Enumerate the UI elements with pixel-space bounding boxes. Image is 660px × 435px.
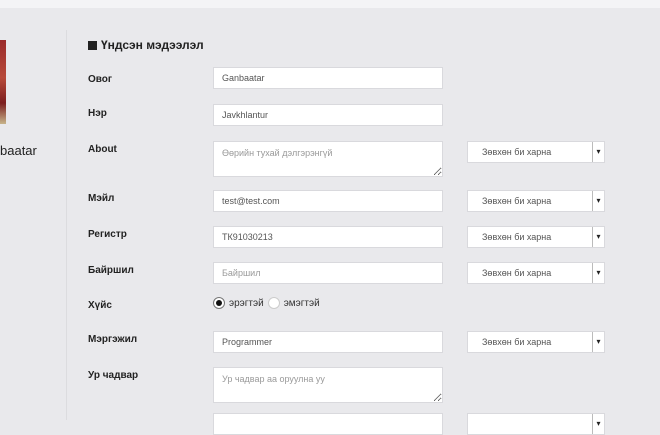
firstname-input[interactable]: [213, 104, 443, 126]
dropdown-arrow-icon: ▾: [592, 414, 604, 434]
square-bullet-icon: [88, 40, 97, 50]
gender-label: Хүйс: [88, 300, 112, 311]
lastname-input[interactable]: [213, 67, 443, 89]
skills-label: Ур чадвар: [88, 370, 139, 381]
select-value: Зөвхөн би харна: [482, 337, 552, 347]
profession-label: Мэргэжил: [88, 334, 138, 345]
about-visibility-select[interactable]: Зөвхөн би харна ▾: [467, 141, 605, 163]
location-visibility-select[interactable]: Зөвхөн би харна ▾: [467, 262, 605, 284]
dropdown-arrow-icon: ▾: [592, 227, 604, 247]
gender-female-radio[interactable]: [267, 297, 280, 309]
dropdown-arrow-icon: ▾: [592, 332, 604, 352]
about-textarea[interactable]: [213, 141, 443, 177]
profile-panel: baatar: [0, 8, 66, 420]
section-header: Үндсэн мэдээлэл: [88, 38, 204, 52]
select-value: Зөвхөн би харна: [482, 268, 552, 278]
avatar[interactable]: [0, 40, 6, 124]
section-title: Үндсэн мэдээлэл: [101, 38, 204, 52]
dropdown-arrow-icon: ▾: [592, 142, 604, 162]
email-visibility-select[interactable]: Зөвхөн би харна ▾: [467, 190, 605, 212]
lastname-label: Овог: [88, 74, 113, 85]
gender-radio-group: эрэгтэй эмэгтэй: [213, 297, 324, 309]
dropdown-arrow-icon: ▾: [592, 191, 604, 211]
top-bar: [0, 0, 660, 8]
gender-male-radio[interactable]: [213, 297, 225, 309]
email-input[interactable]: [213, 190, 443, 212]
profession-input[interactable]: [213, 331, 443, 353]
next-row-visibility-select[interactable]: ▾: [467, 413, 605, 435]
location-label: Байршил: [88, 265, 134, 276]
register-input[interactable]: [213, 226, 443, 248]
profession-visibility-select[interactable]: Зөвхөн би харна ▾: [467, 331, 605, 353]
email-label: Мэйл: [88, 193, 115, 204]
gender-male-label[interactable]: эрэгтэй: [229, 298, 264, 309]
gender-female-label[interactable]: эмэгтэй: [284, 298, 320, 309]
panel-divider: [66, 30, 67, 420]
skills-textarea[interactable]: [213, 367, 443, 403]
dropdown-arrow-icon: ▾: [592, 263, 604, 283]
register-label: Регистр: [88, 229, 127, 240]
profile-name: baatar: [0, 143, 37, 158]
register-visibility-select[interactable]: Зөвхөн би харна ▾: [467, 226, 605, 248]
select-value: Зөвхөн би харна: [482, 147, 552, 157]
next-row-input[interactable]: [213, 413, 443, 435]
select-value: Зөвхөн би харна: [482, 232, 552, 242]
location-input[interactable]: [213, 262, 443, 284]
about-label: About: [88, 144, 117, 155]
select-value: Зөвхөн би харна: [482, 196, 552, 206]
firstname-label: Нэр: [88, 108, 107, 119]
